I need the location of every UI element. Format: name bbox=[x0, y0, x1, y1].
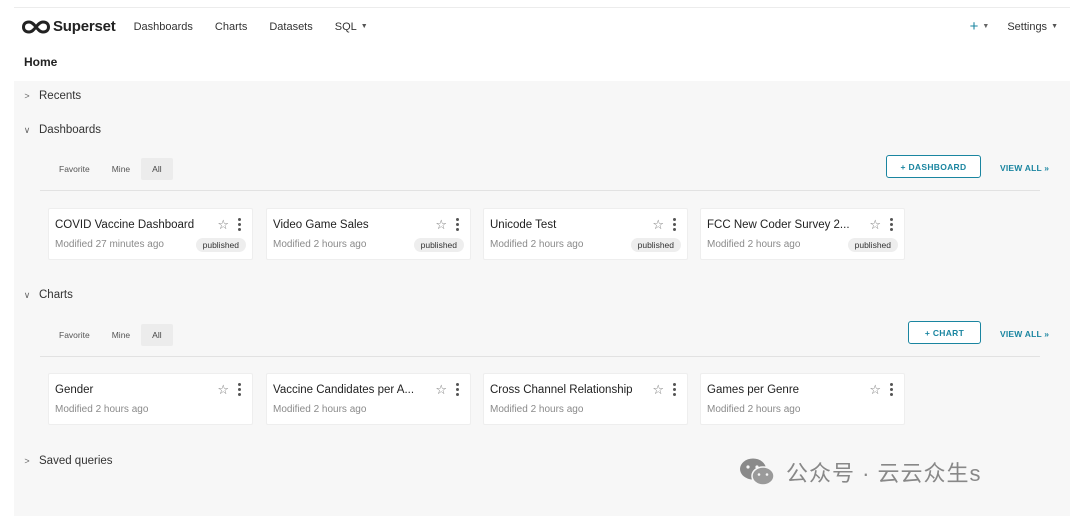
card-modified: Modified 2 hours ago bbox=[55, 404, 149, 415]
favorite-star-icon[interactable]: ☆ bbox=[217, 217, 229, 233]
card-title: Gender bbox=[55, 384, 94, 396]
favorite-star-icon[interactable]: ☆ bbox=[869, 217, 881, 233]
tab-favorite[interactable]: Favorite bbox=[48, 324, 101, 346]
card-modified: Modified 2 hours ago bbox=[490, 404, 584, 415]
card-modified: Modified 2 hours ago bbox=[490, 239, 584, 250]
watermark: 公众号 · 云云众生s bbox=[738, 456, 982, 488]
section-dashboards-label: Dashboards bbox=[39, 124, 102, 136]
chevron-down-icon: ∨ bbox=[23, 124, 31, 135]
dashboard-card[interactable]: Unicode Test Modified 2 hours ago ☆ publ… bbox=[483, 208, 688, 260]
chevron-right-icon: > bbox=[24, 456, 30, 466]
section-saved-queries-label: Saved queries bbox=[39, 455, 113, 467]
favorite-star-icon[interactable]: ☆ bbox=[652, 382, 664, 398]
plus-icon: + bbox=[969, 18, 979, 35]
section-recents-label: Recents bbox=[39, 90, 82, 102]
card-title: Games per Genre bbox=[707, 384, 800, 396]
section-charts-header[interactable]: ∨ Charts bbox=[22, 289, 73, 301]
settings-label: Settings bbox=[1007, 20, 1048, 33]
chart-card[interactable]: Vaccine Candidates per A... Modified 2 h… bbox=[266, 373, 471, 425]
section-charts-label: Charts bbox=[39, 289, 73, 301]
watermark-text: 公众号 · 云云众生s bbox=[786, 461, 982, 486]
brand-name: Superset bbox=[53, 18, 116, 35]
chart-card[interactable]: Games per Genre Modified 2 hours ago ☆ bbox=[700, 373, 905, 425]
nav-dashboards[interactable]: Dashboards bbox=[134, 21, 193, 33]
more-options-icon[interactable] bbox=[455, 383, 459, 397]
more-options-icon[interactable] bbox=[672, 218, 676, 232]
section-recents-header[interactable]: > Recents bbox=[22, 90, 81, 102]
home-content: > Recents ∨ Dashboards Favorite Mine All… bbox=[14, 81, 1070, 516]
more-options-icon[interactable] bbox=[889, 383, 893, 397]
tab-favorite[interactable]: Favorite bbox=[48, 158, 101, 180]
status-badge: published bbox=[413, 238, 464, 252]
brand-logo[interactable]: Superset bbox=[22, 18, 116, 35]
tab-all[interactable]: All bbox=[141, 324, 173, 346]
more-options-icon[interactable] bbox=[237, 383, 241, 397]
caret-down-icon: ▼ bbox=[1051, 23, 1058, 30]
chevron-right-icon: > bbox=[24, 91, 30, 101]
favorite-star-icon[interactable]: ☆ bbox=[869, 382, 881, 398]
nav-sql-label: SQL bbox=[334, 20, 357, 33]
card-title: COVID Vaccine Dashboard bbox=[55, 219, 195, 231]
card-title: Video Game Sales bbox=[273, 219, 369, 231]
more-options-icon[interactable] bbox=[237, 218, 241, 232]
nav-menu: Dashboards Charts Datasets SQL ▼ bbox=[134, 21, 390, 33]
charts-panel: Favorite Mine All + CHART VIEW ALL » Gen… bbox=[40, 321, 1054, 434]
tab-all[interactable]: All bbox=[141, 158, 173, 180]
page-title: Home bbox=[24, 55, 58, 69]
charts-view-all-link[interactable]: VIEW ALL » bbox=[1000, 329, 1049, 339]
chart-card[interactable]: Gender Modified 2 hours ago ☆ bbox=[48, 373, 253, 425]
nav-right: + ▼ Settings ▼ bbox=[970, 18, 1058, 35]
card-modified: Modified 27 minutes ago bbox=[55, 239, 164, 250]
card-title: FCC New Coder Survey 2... bbox=[707, 219, 850, 231]
dashboards-filter-tabs: Favorite Mine All bbox=[48, 158, 173, 180]
nav-sql[interactable]: SQL ▼ bbox=[335, 21, 368, 33]
chevron-down-icon: ∨ bbox=[23, 289, 31, 300]
nav-charts[interactable]: Charts bbox=[215, 21, 247, 33]
add-chart-button[interactable]: + CHART bbox=[908, 321, 981, 344]
nav-datasets-label: Datasets bbox=[269, 20, 313, 33]
dashboard-card[interactable]: COVID Vaccine Dashboard Modified 27 minu… bbox=[48, 208, 253, 260]
dashboards-view-all-link[interactable]: VIEW ALL » bbox=[1000, 163, 1049, 173]
top-navbar: Superset Dashboards Charts Datasets SQL ▼… bbox=[14, 7, 1070, 45]
card-title: Vaccine Candidates per A... bbox=[273, 384, 415, 396]
page-header: Home bbox=[14, 46, 1070, 80]
card-modified: Modified 2 hours ago bbox=[707, 404, 801, 415]
status-badge: published bbox=[847, 238, 898, 252]
card-modified: Modified 2 hours ago bbox=[707, 239, 801, 250]
nav-dashboards-label: Dashboards bbox=[133, 20, 193, 33]
chart-card[interactable]: Cross Channel Relationship Modified 2 ho… bbox=[483, 373, 688, 425]
charts-filter-tabs: Favorite Mine All bbox=[48, 324, 173, 346]
section-dashboards-header[interactable]: ∨ Dashboards bbox=[22, 124, 101, 136]
superset-logo-icon bbox=[22, 19, 50, 34]
divider bbox=[40, 356, 1040, 357]
more-options-icon[interactable] bbox=[455, 218, 459, 232]
card-title: Unicode Test bbox=[490, 219, 557, 231]
more-options-icon[interactable] bbox=[672, 383, 676, 397]
new-item-menu-button[interactable]: + ▼ bbox=[970, 18, 990, 35]
status-badge: published bbox=[630, 238, 681, 252]
status-badge: published bbox=[195, 238, 246, 252]
caret-down-icon: ▼ bbox=[360, 23, 368, 30]
card-title: Cross Channel Relationship bbox=[490, 384, 633, 396]
dashboard-card[interactable]: Video Game Sales Modified 2 hours ago ☆ … bbox=[266, 208, 471, 260]
caret-down-icon: ▼ bbox=[982, 23, 990, 30]
divider bbox=[40, 190, 1040, 191]
section-saved-queries-header[interactable]: > Saved queries bbox=[22, 455, 113, 467]
favorite-star-icon[interactable]: ☆ bbox=[435, 382, 447, 398]
more-options-icon[interactable] bbox=[889, 218, 893, 232]
favorite-star-icon[interactable]: ☆ bbox=[652, 217, 664, 233]
tab-mine[interactable]: Mine bbox=[101, 158, 141, 180]
nav-datasets[interactable]: Datasets bbox=[269, 21, 312, 33]
wechat-icon bbox=[740, 458, 775, 486]
dashboard-card[interactable]: FCC New Coder Survey 2... Modified 2 hou… bbox=[700, 208, 905, 260]
dashboards-panel: Favorite Mine All + DASHBOARD VIEW ALL »… bbox=[40, 155, 1054, 268]
settings-menu[interactable]: Settings ▼ bbox=[1007, 21, 1058, 33]
nav-charts-label: Charts bbox=[214, 20, 248, 33]
tab-mine[interactable]: Mine bbox=[101, 324, 141, 346]
card-modified: Modified 2 hours ago bbox=[273, 239, 367, 250]
favorite-star-icon[interactable]: ☆ bbox=[217, 382, 229, 398]
add-dashboard-button[interactable]: + DASHBOARD bbox=[886, 155, 981, 178]
card-modified: Modified 2 hours ago bbox=[273, 404, 367, 415]
favorite-star-icon[interactable]: ☆ bbox=[435, 217, 447, 233]
